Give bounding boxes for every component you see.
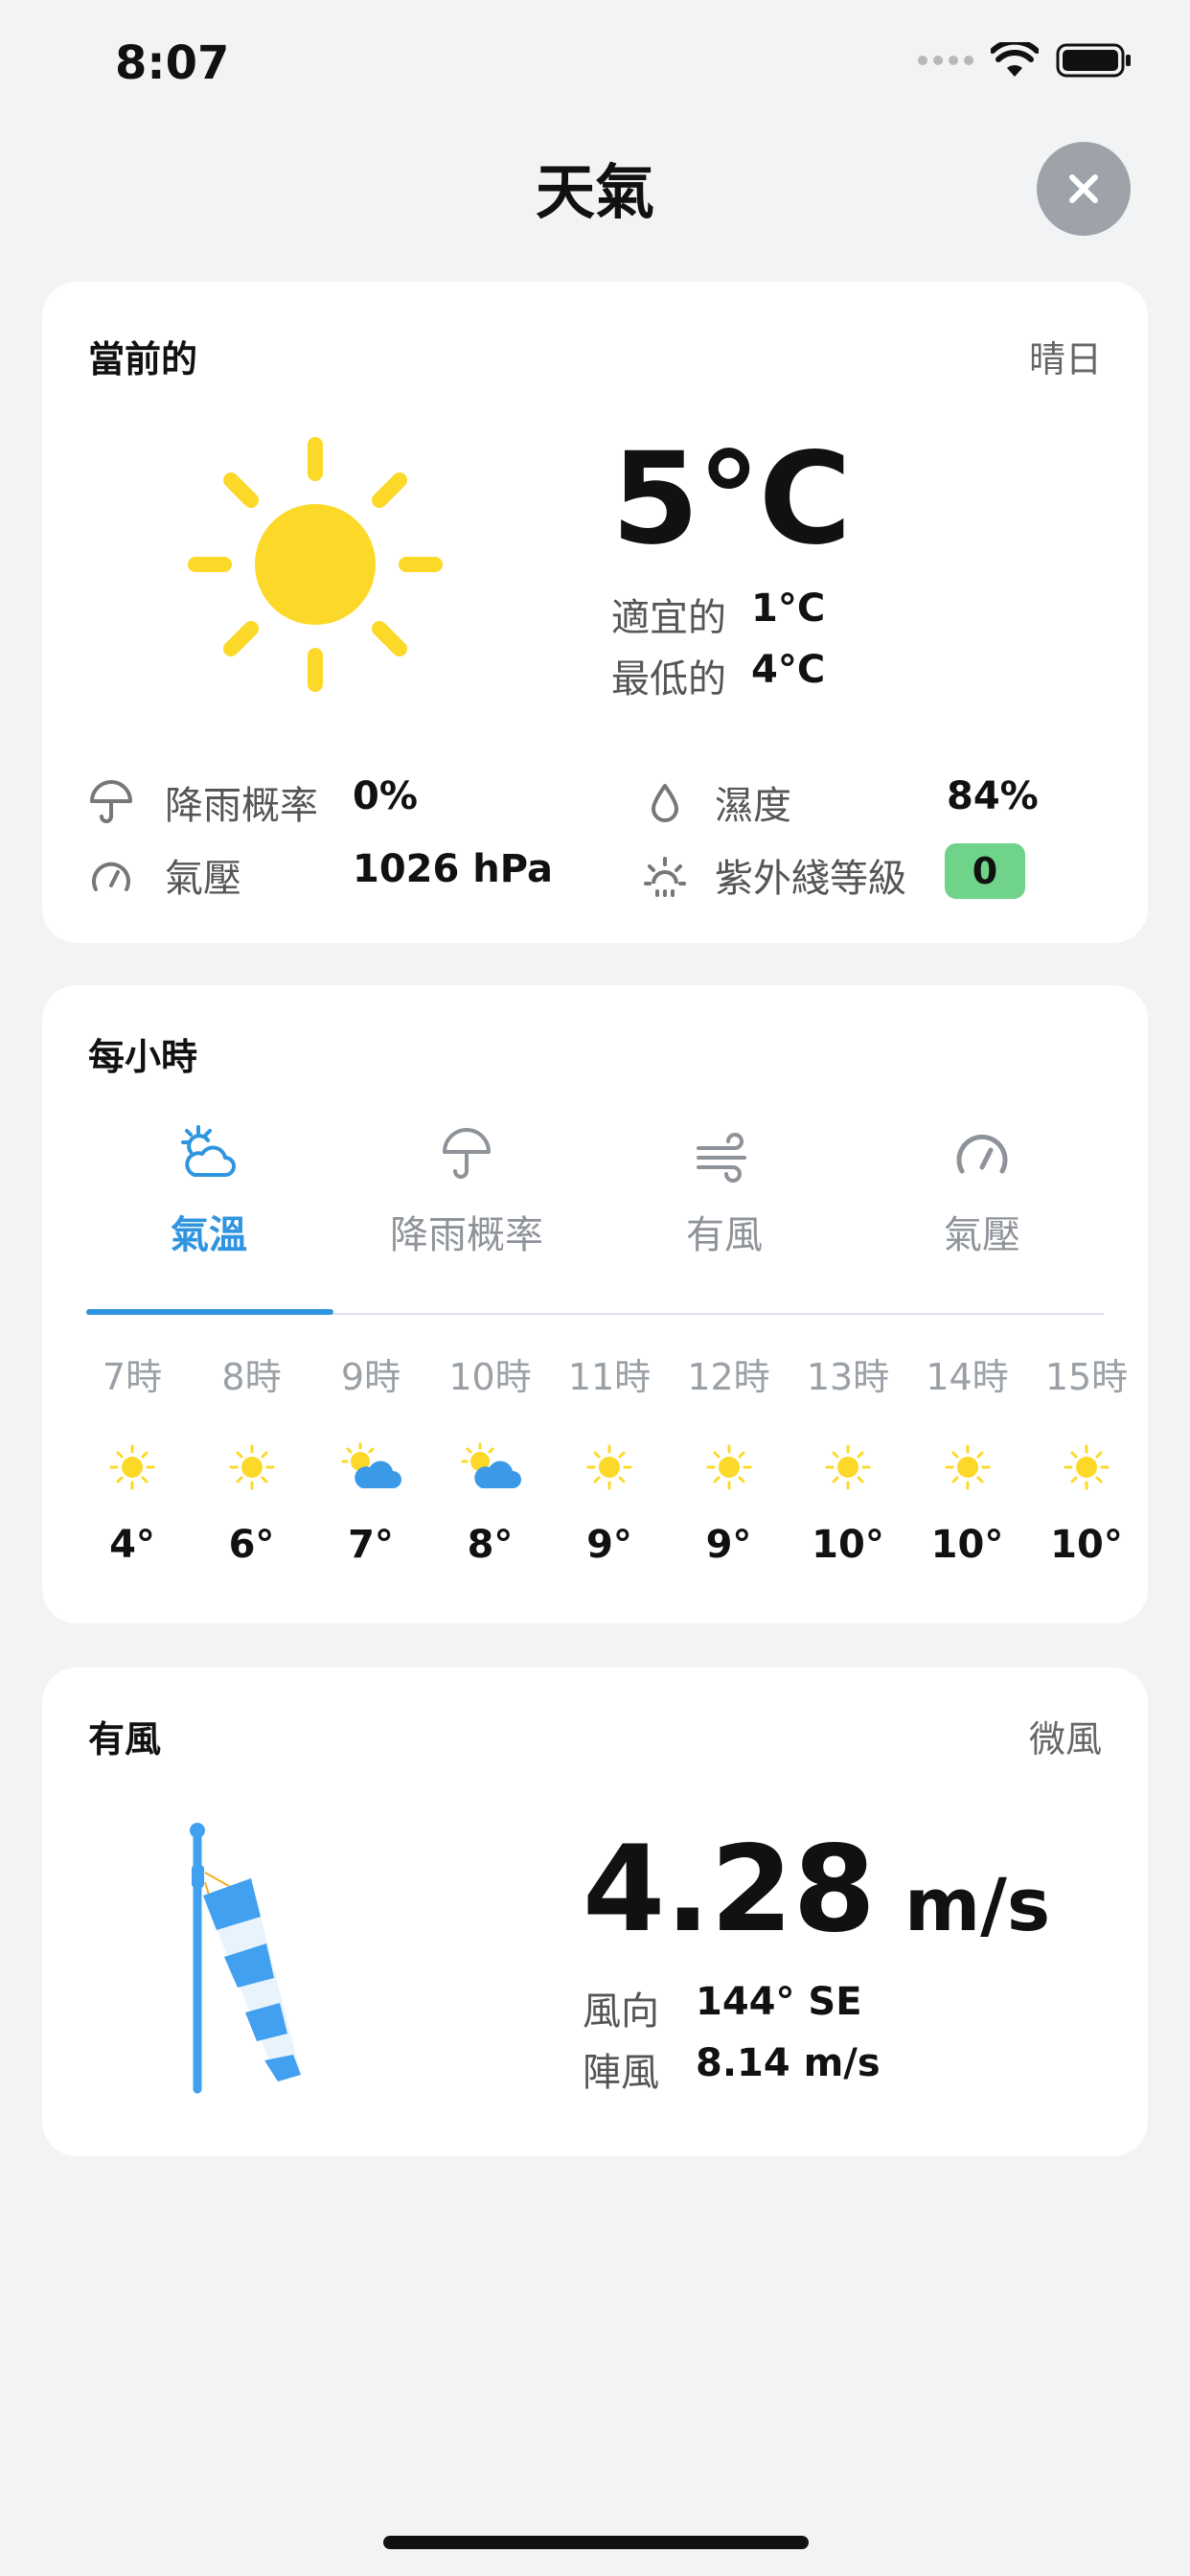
- feels-like-label: 適宜的: [611, 596, 726, 640]
- sun-cloud-icon: [181, 1125, 236, 1177]
- sun-icon: [109, 1444, 155, 1490]
- hour-label: 14時: [926, 1356, 1009, 1398]
- tab-rain-chance[interactable]: 降雨概率: [338, 1121, 595, 1259]
- pressure-value: 1026 hPa: [353, 847, 553, 891]
- windsock-icon: [190, 1823, 301, 2094]
- close-button[interactable]: [1037, 142, 1131, 236]
- sun-icon: [706, 1444, 751, 1490]
- current-weather-card: 當前的 晴日 5°C 適宜的 1°C 最低的 4°C 降雨概率 0% 濕度 84…: [42, 282, 1148, 943]
- hour-label: 12時: [687, 1356, 770, 1398]
- hourly-title: 每小時: [88, 1036, 198, 1078]
- close-icon: [1069, 174, 1098, 203]
- hourly-item: 12時 9°: [670, 1347, 789, 1567]
- current-condition: 晴日: [1028, 338, 1102, 380]
- wifi-icon: [991, 42, 1039, 77]
- current-temperature: 5°C: [611, 426, 852, 573]
- tab-label: 氣壓: [944, 1213, 1020, 1257]
- sun-icon: [1064, 1444, 1110, 1490]
- wind-speed-value: 4.28: [583, 1821, 876, 1959]
- hourly-item: 11時 9°: [550, 1347, 669, 1567]
- sun-icon: [945, 1444, 990, 1490]
- signal-icon: [918, 56, 973, 65]
- hour-temperature: 10°: [930, 1523, 1004, 1567]
- pressure-label: 氣壓: [165, 857, 241, 901]
- status-icons: [918, 42, 1133, 79]
- hour-label: 8時: [221, 1356, 282, 1398]
- tab-temperature[interactable]: 氣溫: [80, 1121, 337, 1259]
- hour-temperature: 8°: [467, 1523, 514, 1567]
- wind-title: 有風: [88, 1718, 162, 1760]
- current-title: 當前的: [88, 338, 198, 380]
- umbrella-icon: [443, 1128, 491, 1179]
- wind-card: 有風 微風 4.28 m/s 風向 144° SE 陣風 8.14 m/s: [42, 1668, 1148, 2156]
- min-temp-value: 4°C: [751, 648, 826, 692]
- hour-label: 9時: [340, 1356, 401, 1398]
- hour-label: 10時: [448, 1356, 532, 1398]
- sun-icon: [229, 1444, 274, 1490]
- gauge-icon: [92, 862, 130, 891]
- humidity-value: 84%: [947, 774, 1039, 818]
- status-time: 8:07: [115, 36, 230, 90]
- wind-condition: 微風: [1028, 1718, 1102, 1760]
- uv-badge: 0: [945, 843, 1025, 899]
- hourly-item: 13時 10°: [789, 1347, 907, 1567]
- tab-pressure[interactable]: 氣壓: [854, 1121, 1110, 1259]
- rain-chance-value: 0%: [353, 774, 418, 818]
- hour-temperature: 7°: [348, 1523, 394, 1567]
- battery-icon: [1056, 43, 1131, 78]
- tab-label: 氣溫: [171, 1213, 247, 1257]
- hour-label: 11時: [567, 1356, 652, 1398]
- hour-temperature: 4°: [109, 1523, 155, 1567]
- tab-label: 降雨概率: [390, 1213, 543, 1257]
- wind-gust-label: 陣風: [583, 2051, 659, 2095]
- tab-wind[interactable]: 有風: [596, 1121, 853, 1259]
- wind-icon: [697, 1133, 746, 1183]
- hour-label: 7時: [102, 1356, 163, 1398]
- wind-direction-value: 144° SE: [696, 1980, 862, 2024]
- wind-gust-value: 8.14 m/s: [696, 2041, 881, 2085]
- home-indicator[interactable]: [383, 2536, 809, 2549]
- feels-like-value: 1°C: [751, 586, 826, 631]
- hour-label: 13時: [806, 1356, 890, 1398]
- humidity-label: 濕度: [715, 784, 791, 828]
- hourly-item: 8時 6°: [193, 1347, 311, 1567]
- droplet-icon: [652, 784, 678, 822]
- umbrella-icon: [90, 780, 132, 823]
- gauge-icon: [956, 1134, 1008, 1174]
- hour-label: 15時: [1044, 1356, 1129, 1398]
- page-title: 天氣: [535, 157, 654, 227]
- sun-icon: [825, 1444, 871, 1490]
- hourly-item: 10時 8°: [431, 1347, 550, 1567]
- uv-label: 紫外綫等級: [715, 857, 906, 901]
- uv-sun-icon: [644, 857, 686, 897]
- min-temp-label: 最低的: [611, 657, 726, 702]
- hour-temperature: 10°: [1050, 1523, 1123, 1567]
- tab-label: 有風: [686, 1213, 763, 1257]
- partly-cloudy-icon: [461, 1442, 521, 1488]
- partly-cloudy-icon: [341, 1442, 401, 1488]
- hourly-item: 9時 7°: [311, 1347, 430, 1567]
- tab-active-indicator: [86, 1309, 333, 1315]
- hour-temperature: 6°: [228, 1523, 275, 1567]
- hourly-item: 15時 10°: [1027, 1347, 1146, 1567]
- hour-temperature: 9°: [705, 1523, 752, 1567]
- sun-icon: [586, 1444, 632, 1490]
- hour-temperature: 9°: [586, 1523, 632, 1567]
- hourly-item: 7時 4°: [73, 1347, 192, 1567]
- rain-chance-label: 降雨概率: [165, 784, 318, 828]
- wind-direction-label: 風向: [583, 1990, 659, 2034]
- sun-icon: [188, 437, 443, 692]
- wind-speed-unit: m/s: [904, 1862, 1051, 1947]
- hour-temperature: 10°: [812, 1523, 884, 1567]
- wind-speed: 4.28 m/s: [583, 1821, 1050, 1959]
- hourly-card: 每小時 氣溫 降雨概率 有風 氣壓 7時 4° 8時 6° 9時 7° 10時 …: [42, 985, 1148, 1623]
- hourly-item: 14時 10°: [908, 1347, 1027, 1567]
